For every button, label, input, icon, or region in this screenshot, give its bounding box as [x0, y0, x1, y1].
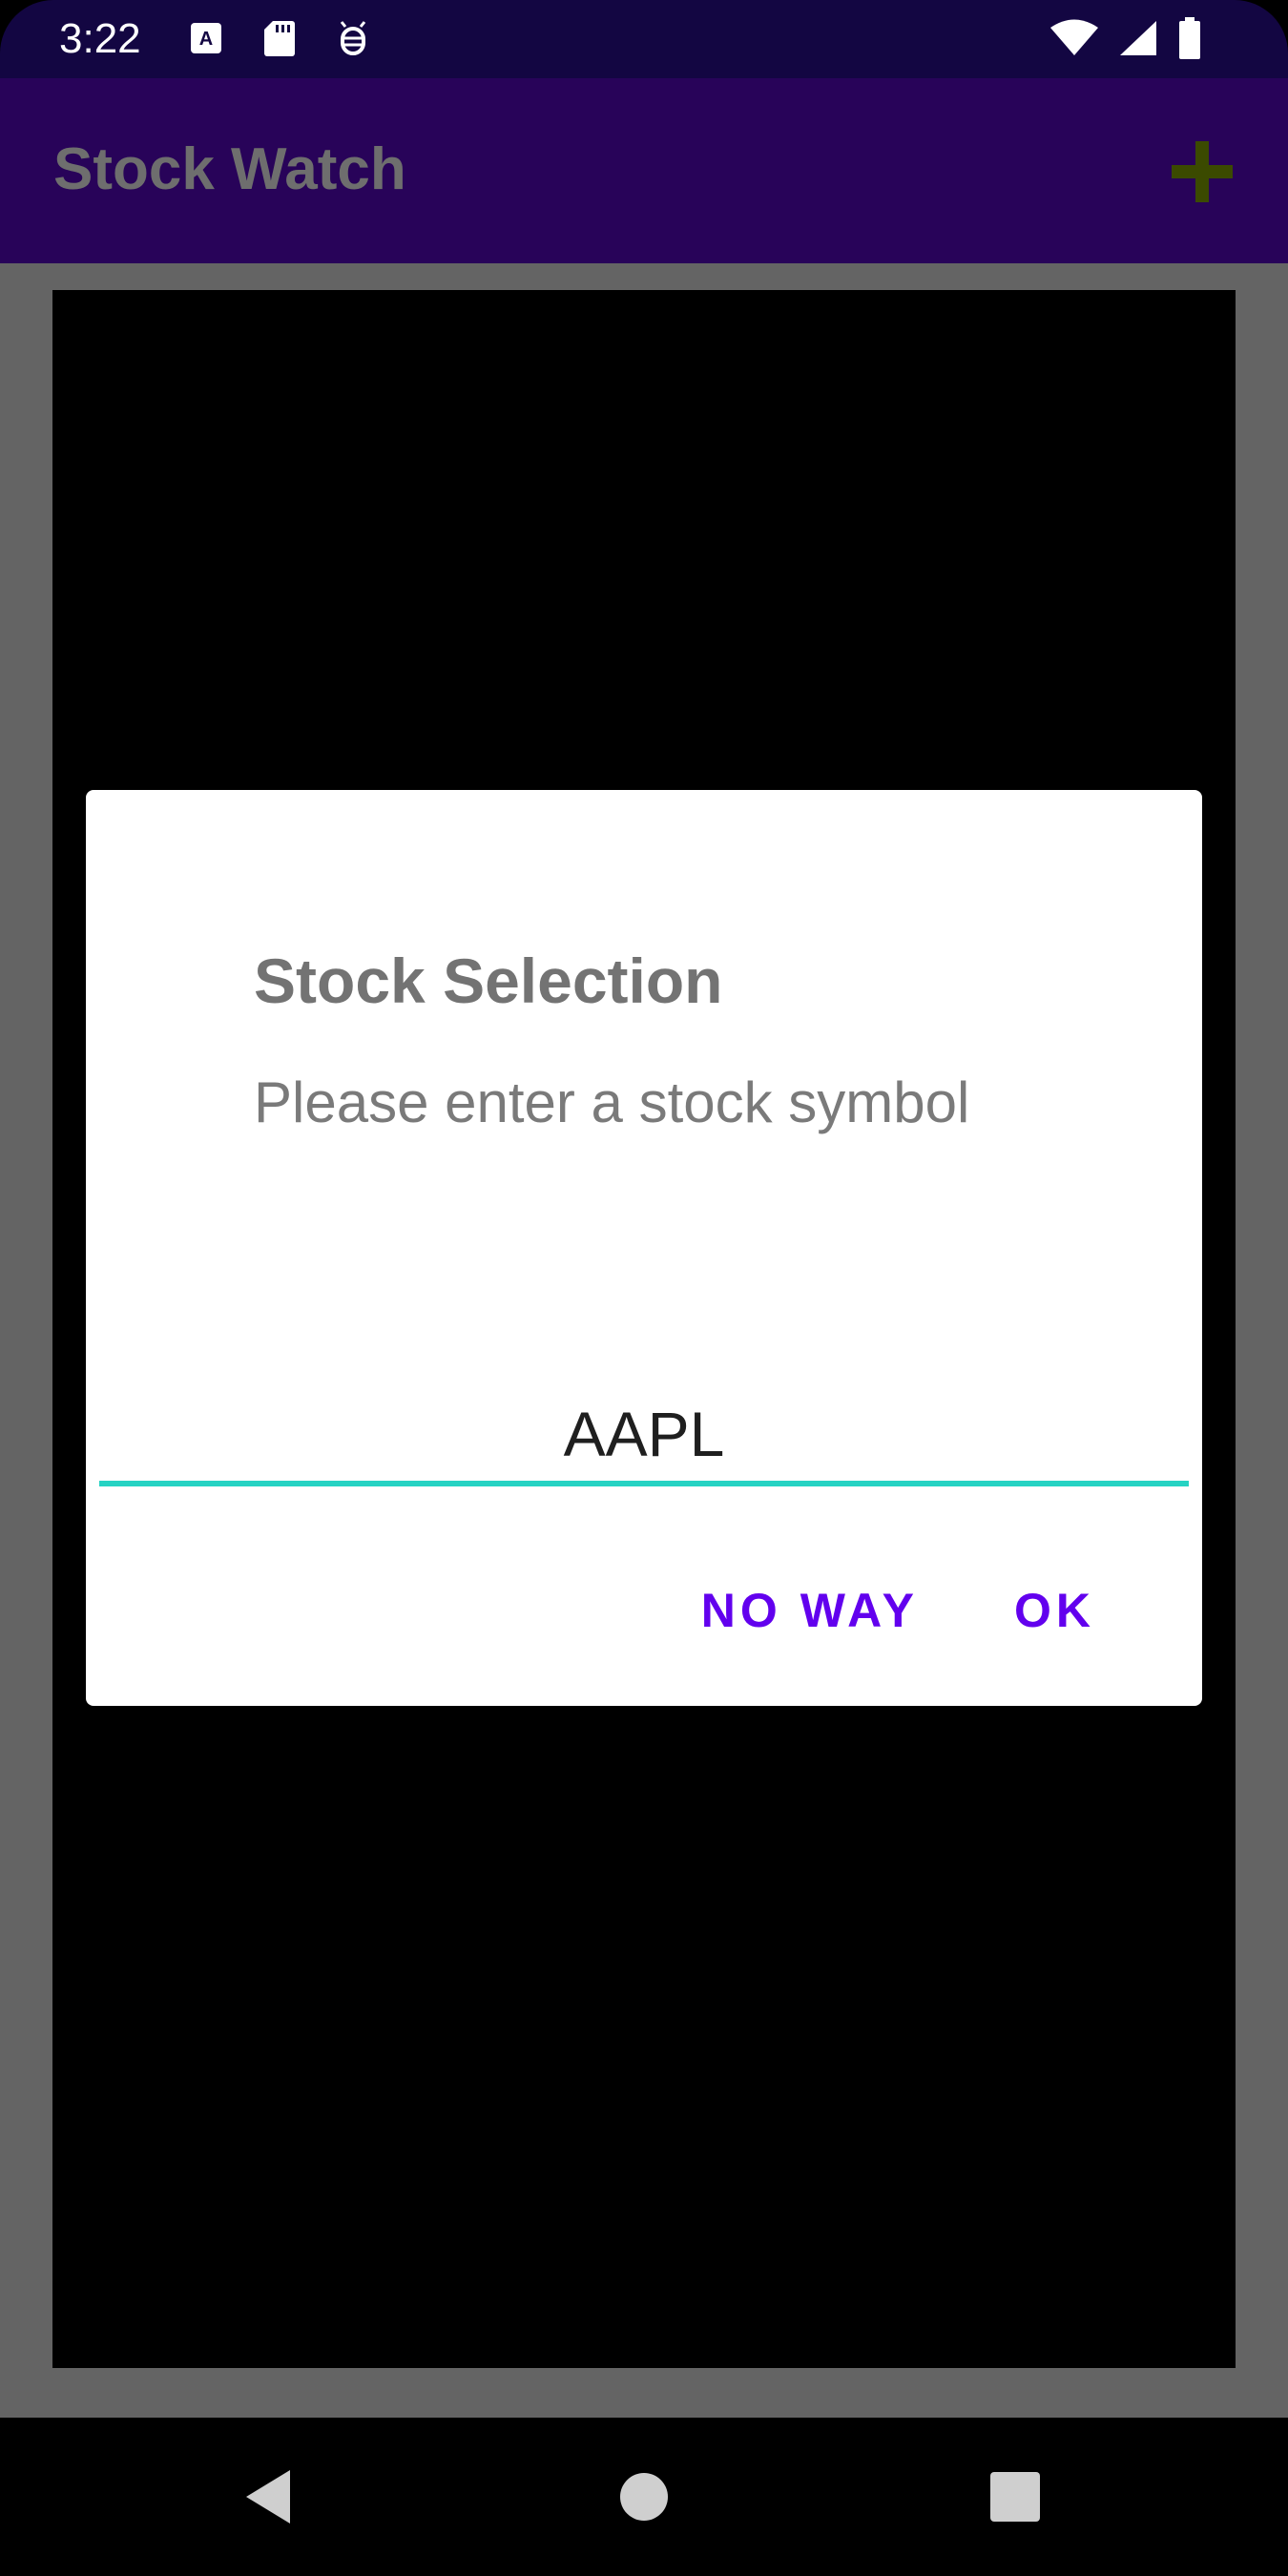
app-title: Stock Watch [53, 136, 406, 202]
dialog-message: Please enter a stock symbol [254, 1070, 970, 1134]
cellular-signal-icon [1118, 19, 1158, 62]
sd-card-icon [263, 19, 296, 62]
keyboard-a-icon: A [189, 21, 223, 60]
status-bar: 3:22 A [0, 0, 1288, 78]
status-time: 3:22 [59, 15, 141, 62]
app-bar: Stock Watch [0, 78, 1288, 263]
ok-button[interactable]: OK [1014, 1582, 1095, 1639]
stock-symbol-input[interactable] [99, 1387, 1189, 1486]
home-icon [620, 2473, 668, 2521]
recents-icon [990, 2472, 1040, 2522]
system-icons [1049, 16, 1202, 64]
navigation-bar [0, 2418, 1288, 2576]
svg-text:A: A [199, 29, 213, 50]
add-stock-button[interactable] [1166, 135, 1238, 208]
dialog-title: Stock Selection [254, 945, 723, 1016]
recents-button[interactable] [939, 2418, 1091, 2576]
no-way-button[interactable]: NO WAY [701, 1582, 919, 1639]
stock-selection-dialog: Stock Selection Please enter a stock sym… [86, 790, 1202, 1706]
wifi-icon [1049, 19, 1099, 62]
dialog-actions: NO WAY OK [701, 1572, 1202, 1649]
bug-icon [336, 19, 370, 62]
battery-icon [1177, 16, 1202, 64]
back-button[interactable] [193, 2418, 345, 2576]
plus-icon [1172, 141, 1233, 202]
home-button[interactable] [568, 2418, 720, 2576]
back-icon [246, 2470, 290, 2524]
notification-icons: A [189, 19, 370, 61]
